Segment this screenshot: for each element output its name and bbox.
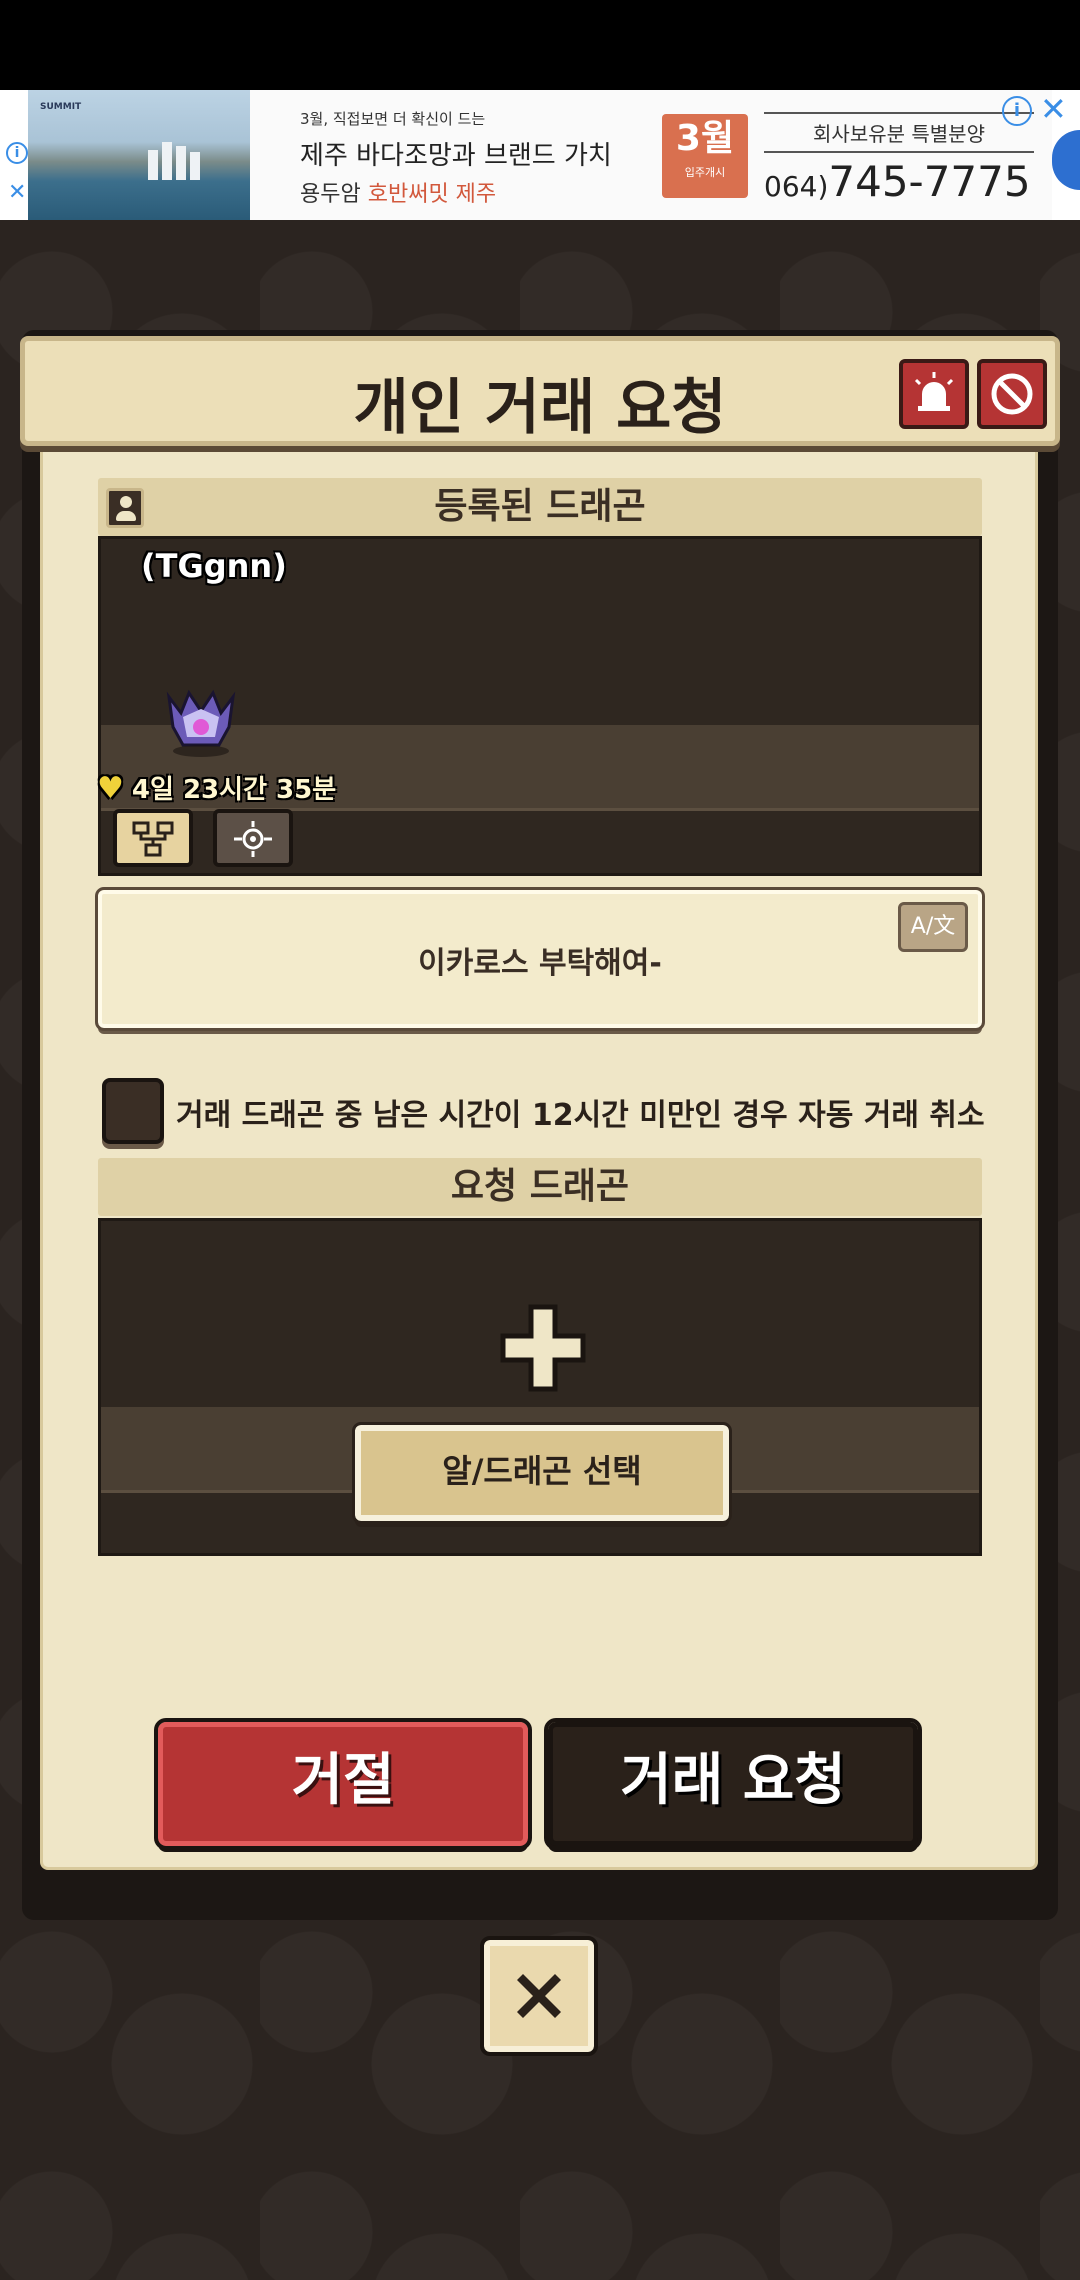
owner-name: (TGgnn) [141,547,287,585]
plus-icon[interactable] [499,1303,587,1393]
locate-button[interactable] [213,809,293,867]
crosshair-icon [234,821,272,857]
ad-close-icon[interactable]: ✕ [1040,93,1067,125]
request-dragon-header: 요청 드래곤 [98,1158,982,1216]
ad-text: 3월, 직접보면 더 확신이 드는 제주 바다조망과 브랜드 가치 용두암 호반… [300,108,612,208]
message-text: 이카로스 부탁해여- [418,946,662,981]
translate-button[interactable]: A/文 [898,902,968,952]
ad-small-text: 3월, 직접보면 더 확신이 드는 [300,110,486,128]
request-dragon-panel: 알/드래곤 선택 [98,1218,982,1556]
ad-subline: 용두암 호반써밋 제주 [300,182,497,207]
close-icon[interactable]: ✕ [8,182,26,204]
remaining-time: ♥ 4일 23시간 35분 [97,771,337,806]
tree-icon [132,821,174,857]
dragon-egg-icon[interactable] [159,687,243,761]
ad-left-controls: i ✕ [0,90,30,220]
reject-button[interactable]: 거절 [154,1718,532,1850]
family-tree-button[interactable] [113,809,193,867]
registered-dragon-header: 등록된 드래곤 [98,478,982,536]
registered-dragon-panel: (TGgnn) ♥ 4일 23시간 35분 [97,536,982,876]
ad-content[interactable]: SUMMIT 3월, 직접보면 더 확신이 드는 제주 바다조망과 브랜드 가치… [28,90,1067,220]
auto-cancel-checkbox[interactable] [102,1078,164,1144]
trade-message: 이카로스 부탁해여- A/文 [95,887,985,1031]
block-icon [991,373,1033,415]
ad-image: SUMMIT [28,90,250,220]
info-icon[interactable]: i [6,142,28,164]
select-dragon-button[interactable]: 알/드래곤 선택 [352,1422,732,1524]
close-button[interactable] [480,1936,598,2056]
block-button[interactable] [977,359,1047,429]
auto-cancel-label: 거래 드래곤 중 남은 시간이 12시간 미만인 경우 자동 거래 취소 [176,1098,985,1133]
close-icon [517,1974,561,2018]
ad-edge-decoration [1052,130,1080,190]
trade-request-button[interactable]: 거래 요청 [544,1718,922,1850]
ad-banner[interactable]: i ✕ SUMMIT 3월, 직접보면 더 확신이 드는 제주 바다조망과 브랜… [0,90,1080,220]
ad-contact: 회사보유분 특별분양 064)745-7775 [764,112,1034,206]
title-bar: 개인 거래 요청 [20,336,1060,446]
report-button[interactable] [899,359,969,429]
heart-icon: ♥ [97,771,124,806]
ad-headline: 제주 바다조망과 브랜드 가치 [300,141,612,171]
ad-info-icon[interactable]: i [1002,96,1032,126]
status-bar [0,0,1080,90]
ad-logo: SUMMIT [40,102,82,112]
ad-badge: 3월 입주개시 [662,114,748,198]
profile-icon[interactable] [106,488,144,528]
siren-icon [914,372,954,411]
